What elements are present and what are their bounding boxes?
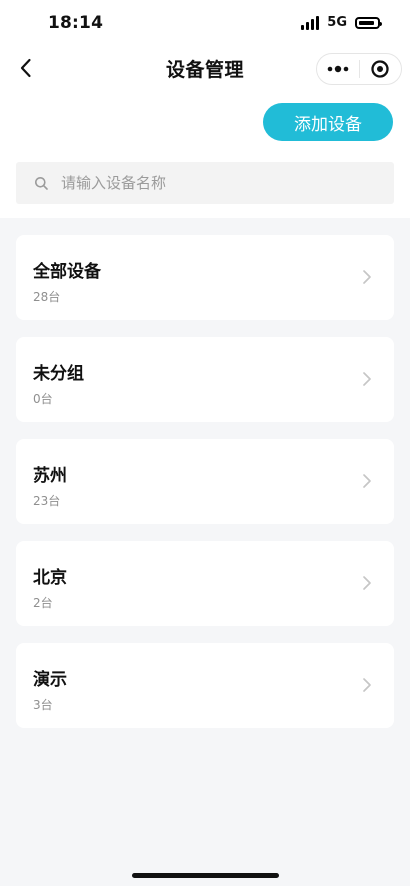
group-device-count: 28台 [33,290,61,304]
back-button[interactable] [12,54,40,82]
group-device-count: 2台 [33,596,53,610]
group-name: 未分组 [33,364,84,384]
chevron-right-icon [363,372,371,386]
group-name: 北京 [33,568,67,588]
group-card-all-devices[interactable]: 全部设备 28台 [16,235,394,320]
status-time: 18:14 [48,13,104,33]
page-title: 设备管理 [165,59,245,81]
search-input[interactable] [59,173,363,193]
group-name: 苏州 [33,466,67,486]
search-box[interactable] [16,162,394,204]
status-bar: 18:14 5G [0,0,410,48]
battery-level [359,20,374,25]
more-dots-icon [327,65,349,73]
signal-icon [301,15,320,30]
chevron-right-icon [363,678,371,692]
chevron-left-icon [20,58,31,78]
chevron-right-icon [363,576,371,590]
device-group-list: 全部设备 28台 未分组 0台 苏州 23台 北京 2台 演示 3台 [16,235,394,745]
more-button[interactable] [317,54,359,84]
group-card-demo[interactable]: 演示 3台 [16,643,394,728]
group-card-suzhou[interactable]: 苏州 23台 [16,439,394,524]
group-name: 全部设备 [33,262,101,282]
group-card-beijing[interactable]: 北京 2台 [16,541,394,626]
group-card-ungrouped[interactable]: 未分组 0台 [16,337,394,422]
group-name: 演示 [33,670,67,690]
navigation-bar: 设备管理 [0,48,410,90]
group-device-count: 23台 [33,494,61,508]
home-indicator [132,873,279,878]
chevron-right-icon [363,474,371,488]
target-circle-icon [371,60,389,78]
network-label: 5G [327,15,347,30]
close-mini-program-button[interactable] [359,54,401,84]
group-device-count: 0台 [33,392,53,406]
search-icon [35,176,48,190]
battery-icon [355,16,382,29]
status-indicators: 5G [301,15,382,30]
add-device-button[interactable]: 添加设备 [263,103,393,141]
chevron-right-icon [363,270,371,284]
group-device-count: 3台 [33,698,53,712]
mini-program-capsule [316,53,402,85]
